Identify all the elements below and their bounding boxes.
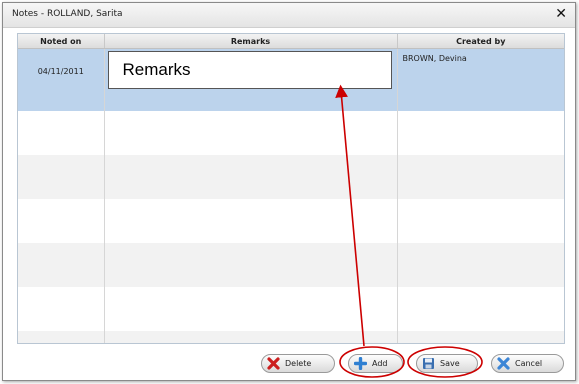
blue-x-icon	[497, 357, 510, 370]
close-icon[interactable]: ✕	[555, 6, 567, 22]
table-row[interactable]: 04/11/2011 BROWN, Devina	[18, 48, 564, 111]
notes-grid: Noted on Remarks Created by 04/11/2011 B…	[17, 33, 565, 344]
remarks-input[interactable]	[107, 51, 392, 89]
created-by-cell: BROWN, Devina	[397, 48, 564, 111]
cancel-button-label: Cancel	[515, 359, 543, 368]
delete-button-label: Delete	[285, 359, 312, 368]
column-header-remarks[interactable]: Remarks	[104, 34, 398, 49]
cancel-button[interactable]: Cancel	[491, 354, 564, 373]
blue-plus-icon	[353, 356, 368, 371]
empty-row	[18, 111, 564, 155]
add-button[interactable]: Add	[348, 354, 403, 373]
red-x-icon	[267, 357, 280, 370]
grid-header-row: Noted on Remarks Created by	[18, 34, 564, 49]
noted-on-cell: 04/11/2011	[18, 48, 105, 111]
column-header-created-by[interactable]: Created by	[397, 34, 564, 49]
dialog-titlebar: Notes - ROLLAND, Sarita ✕	[3, 3, 575, 28]
save-button[interactable]: Save	[416, 354, 478, 373]
save-button-label: Save	[440, 359, 460, 368]
empty-row	[18, 331, 564, 343]
column-header-noted-on[interactable]: Noted on	[18, 34, 105, 49]
empty-row	[18, 243, 564, 287]
remarks-cell	[104, 48, 398, 111]
empty-row	[18, 199, 564, 243]
floppy-disk-icon	[422, 357, 435, 370]
empty-row	[18, 287, 564, 331]
delete-button[interactable]: Delete	[261, 354, 335, 373]
add-button-label: Add	[372, 359, 388, 368]
notes-dialog: Notes - ROLLAND, Sarita ✕ Noted on Remar…	[2, 2, 576, 381]
empty-row	[18, 155, 564, 199]
dialog-title: Notes - ROLLAND, Sarita	[12, 9, 123, 19]
